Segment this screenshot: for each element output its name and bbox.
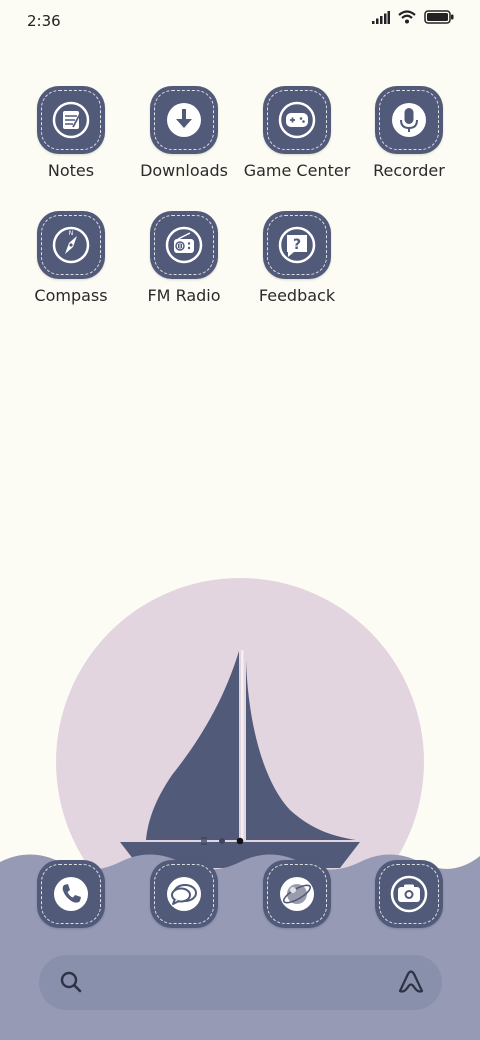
assistant-icon[interactable]	[396, 967, 426, 997]
wifi-icon	[398, 10, 416, 24]
app-label: Feedback	[258, 286, 336, 305]
dock-browser[interactable]	[241, 860, 353, 928]
phone-icon	[37, 860, 105, 928]
search-bar[interactable]	[39, 955, 442, 1010]
app-label: Notes	[47, 161, 95, 180]
page-indicator-list-icon	[201, 837, 207, 845]
svg-text:?: ?	[293, 237, 301, 253]
browser-icon	[263, 860, 331, 928]
microphone-icon	[375, 86, 443, 154]
gamepad-icon	[263, 86, 331, 154]
feedback-icon: ?	[263, 211, 331, 279]
app-label: Recorder	[373, 161, 445, 180]
dock-phone[interactable]	[15, 860, 127, 928]
messages-icon	[150, 860, 218, 928]
page-dot-active	[236, 837, 244, 845]
download-icon	[150, 86, 218, 154]
radio-icon	[150, 211, 218, 279]
svg-text:N: N	[69, 230, 74, 237]
search-icon	[60, 971, 82, 993]
notes-icon	[37, 86, 105, 154]
app-label: Downloads	[140, 161, 228, 180]
status-bar: 2:36	[0, 0, 480, 42]
app-label: Compass	[34, 286, 108, 305]
camera-icon	[375, 860, 443, 928]
app-recorder[interactable]: Recorder	[353, 86, 465, 180]
app-label: FM Radio	[147, 286, 221, 305]
app-compass[interactable]: N Compass	[15, 211, 127, 305]
status-icons	[372, 10, 454, 24]
compass-icon: N	[37, 211, 105, 279]
app-label: Game Center	[243, 161, 351, 180]
app-downloads[interactable]: Downloads	[128, 86, 240, 180]
dock-camera[interactable]	[353, 860, 465, 928]
clock: 2:36	[27, 12, 61, 30]
page-dot	[219, 838, 225, 844]
app-fm-radio[interactable]: FM Radio	[128, 211, 240, 305]
dock-messages[interactable]	[128, 860, 240, 928]
app-notes[interactable]: Notes	[15, 86, 127, 180]
battery-icon	[424, 10, 454, 24]
signal-icon	[372, 10, 390, 24]
app-feedback[interactable]: ? Feedback	[241, 211, 353, 305]
app-game-center[interactable]: Game Center	[241, 86, 353, 180]
page-indicator[interactable]	[200, 831, 246, 845]
